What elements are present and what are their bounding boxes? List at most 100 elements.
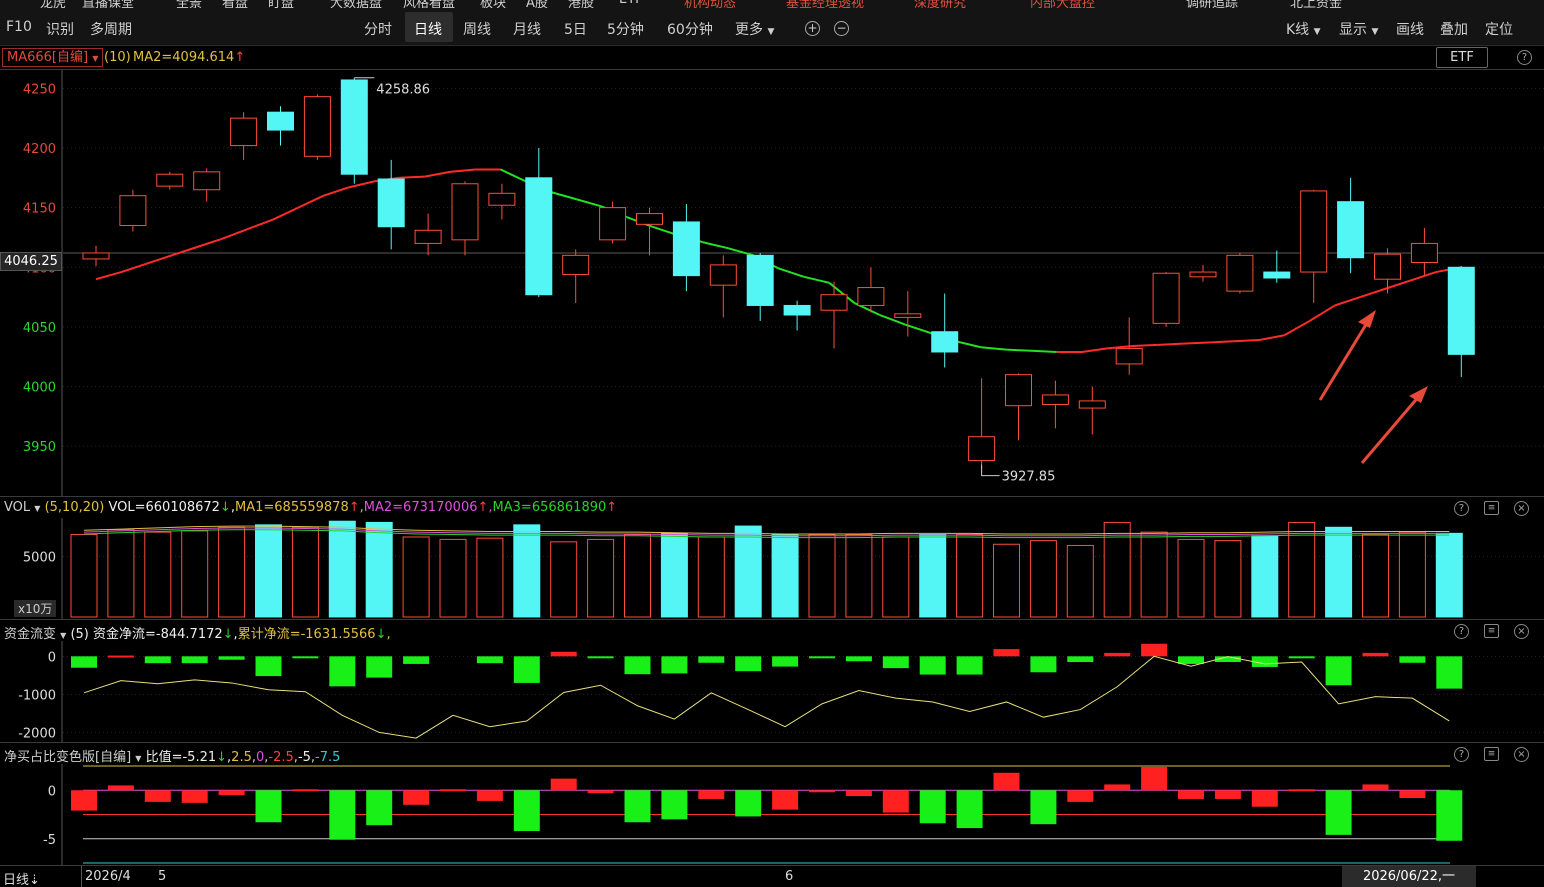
- volume-bar[interactable]: [882, 536, 910, 618]
- flow-bar[interactable]: [772, 656, 799, 667]
- candle-body[interactable]: [1041, 394, 1069, 405]
- flow-bar[interactable]: [1288, 656, 1315, 659]
- help-icon[interactable]: ?: [1454, 501, 1469, 516]
- candle-body[interactable]: [1300, 190, 1328, 273]
- flow-bar[interactable]: [255, 656, 282, 677]
- ratio-bar[interactable]: [1325, 790, 1352, 835]
- candle-body[interactable]: [672, 221, 700, 277]
- ratio-bar[interactable]: [218, 790, 245, 796]
- volume-bar[interactable]: [734, 525, 762, 618]
- tab-intraday[interactable]: 分时: [364, 19, 392, 39]
- flow-bar[interactable]: [107, 655, 134, 658]
- candle-body[interactable]: [1374, 253, 1401, 280]
- volume-bar[interactable]: [660, 532, 688, 618]
- volume-bar[interactable]: [218, 526, 246, 618]
- flow-bar[interactable]: [845, 656, 872, 662]
- volume-bar[interactable]: [771, 534, 799, 618]
- volume-bar[interactable]: [328, 520, 356, 618]
- flow-bar[interactable]: [366, 656, 393, 678]
- settings-icon[interactable]: ≡: [1484, 501, 1499, 515]
- f10-button[interactable]: F10: [6, 19, 32, 35]
- identify-button[interactable]: 识别: [46, 19, 74, 39]
- volume-bar[interactable]: [1435, 532, 1463, 618]
- candle-body[interactable]: [1226, 254, 1254, 292]
- candle-body[interactable]: [1005, 374, 1032, 407]
- flow-bar[interactable]: [181, 656, 208, 664]
- ratio-bar[interactable]: [956, 790, 983, 829]
- tab-weekly[interactable]: 周线: [463, 19, 491, 39]
- top-menu-item[interactable]: 北上资金: [1290, 0, 1342, 8]
- volume-bar[interactable]: [144, 531, 172, 618]
- top-menu-item[interactable]: 直播课堂: [82, 0, 134, 8]
- ratio-bar[interactable]: [403, 790, 430, 805]
- ratio-bar[interactable]: [1251, 790, 1278, 807]
- candle-body[interactable]: [488, 192, 516, 206]
- ratio-bar[interactable]: [624, 790, 651, 823]
- flow-bar[interactable]: [735, 656, 762, 672]
- flow-bar[interactable]: [1436, 656, 1463, 689]
- candle-body[interactable]: [119, 195, 147, 227]
- vol-indicator-select[interactable]: VOL ▼: [4, 500, 40, 515]
- candle-body[interactable]: [230, 117, 258, 147]
- tab-more[interactable]: 更多 ▼: [735, 19, 774, 39]
- flow-bar[interactable]: [218, 656, 245, 660]
- volume-bar[interactable]: [476, 537, 504, 618]
- help-icon[interactable]: ?: [1454, 747, 1469, 762]
- flow-bar[interactable]: [1067, 656, 1094, 663]
- close-icon[interactable]: ×: [1514, 624, 1529, 639]
- top-menu-item[interactable]: 深度研究: [914, 0, 966, 8]
- multi-period-button[interactable]: 多周期: [90, 19, 132, 39]
- candle-body[interactable]: [340, 79, 368, 175]
- ratio-bar[interactable]: [440, 789, 466, 792]
- top-menu-item[interactable]: 大数据盘: [330, 0, 382, 8]
- tab-monthly[interactable]: 月线: [513, 19, 541, 39]
- candle-body[interactable]: [746, 254, 774, 306]
- candle-body[interactable]: [562, 254, 590, 275]
- period-indicator[interactable]: 日线⇣: [3, 869, 40, 887]
- top-menu-item[interactable]: 内部大盘控: [1030, 0, 1095, 8]
- volume-bar[interactable]: [1214, 540, 1242, 618]
- volume-bar[interactable]: [919, 534, 947, 618]
- candle-body[interactable]: [525, 177, 553, 296]
- flow-bar[interactable]: [956, 656, 983, 675]
- flow-bar[interactable]: [624, 656, 651, 675]
- flow-bar[interactable]: [550, 651, 577, 657]
- candle-body[interactable]: [1189, 271, 1217, 278]
- volume-bar[interactable]: [513, 524, 541, 618]
- ratio-bar[interactable]: [993, 772, 1020, 791]
- ratio-bar[interactable]: [513, 790, 540, 831]
- locate-button[interactable]: 定位: [1485, 19, 1513, 39]
- candle-body[interactable]: [820, 294, 848, 311]
- candle-body[interactable]: [894, 313, 922, 318]
- volume-bar[interactable]: [587, 538, 615, 618]
- candle-body[interactable]: [193, 171, 221, 191]
- candle-body[interactable]: [267, 111, 294, 131]
- candle-body[interactable]: [599, 207, 627, 241]
- flow-bar[interactable]: [1362, 652, 1389, 657]
- candle-body[interactable]: [931, 331, 959, 353]
- flow-bar[interactable]: [292, 656, 319, 659]
- ratio-bar[interactable]: [1214, 790, 1241, 799]
- candle-body[interactable]: [636, 213, 663, 225]
- ratio-bar[interactable]: [1030, 790, 1057, 825]
- top-menu-item[interactable]: 调研追踪: [1186, 0, 1238, 8]
- ratio-bar[interactable]: [1178, 790, 1204, 799]
- ratio-bar[interactable]: [882, 790, 909, 813]
- ratio-bar[interactable]: [366, 790, 393, 826]
- volume-bar[interactable]: [439, 538, 467, 618]
- volume-bar[interactable]: [550, 541, 578, 618]
- volume-bar[interactable]: [291, 526, 319, 618]
- candle-body[interactable]: [1078, 400, 1106, 409]
- flow-bar[interactable]: [476, 656, 503, 664]
- volume-bar[interactable]: [1251, 535, 1279, 618]
- flow-bar[interactable]: [144, 656, 171, 664]
- candle-body[interactable]: [1447, 266, 1475, 355]
- flow-bar[interactable]: [1104, 652, 1131, 657]
- flow-bar[interactable]: [329, 656, 356, 687]
- candle-body[interactable]: [1337, 201, 1365, 259]
- candle-body[interactable]: [451, 183, 479, 241]
- tab-5day[interactable]: 5日: [564, 19, 587, 39]
- ratio-bar[interactable]: [661, 790, 688, 820]
- volume-bar[interactable]: [993, 543, 1020, 618]
- flow-bar[interactable]: [1325, 656, 1352, 686]
